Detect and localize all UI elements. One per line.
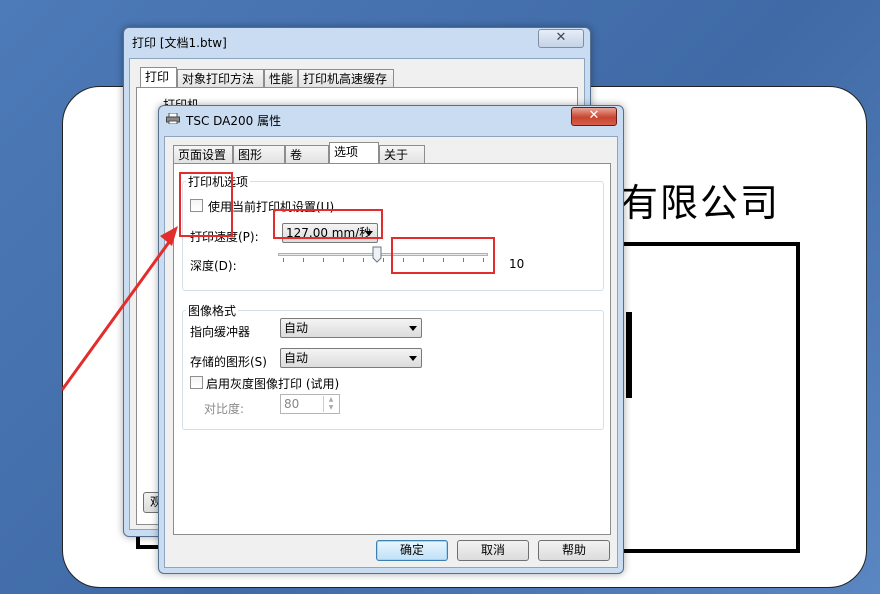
annotation-arrow — [60, 226, 178, 391]
